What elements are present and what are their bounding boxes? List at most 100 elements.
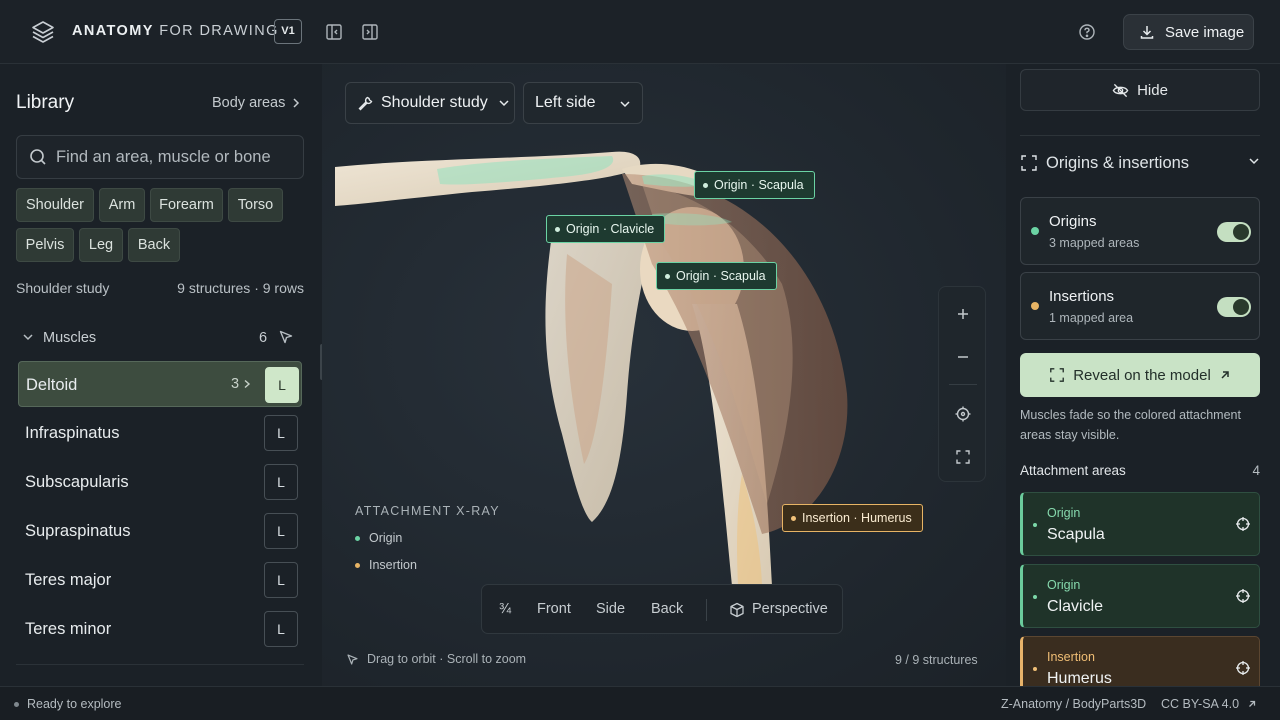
app-title: ANATOMY FOR DRAWING: [72, 23, 279, 39]
tag-insertion-humerus[interactable]: Insertion · Humerus: [782, 504, 923, 532]
muscle-name: Deltoid: [26, 376, 78, 394]
tag-label: Origin · Clavicle: [566, 222, 655, 236]
search-input[interactable]: [56, 147, 296, 167]
muscle-row-subscapularis[interactable]: Subscapularis L: [18, 459, 302, 505]
wrench-icon: [357, 95, 373, 111]
tag-origin-scapula[interactable]: Origin · Scapula: [694, 171, 815, 199]
muscle-name: Teres minor: [25, 620, 112, 638]
insertion-dot: [791, 515, 796, 521]
body-areas-link[interactable]: Body areas: [212, 95, 301, 111]
structure-count: 9 / 9 structures: [895, 653, 978, 667]
chevron-down-icon: [1248, 156, 1260, 166]
side-toggle-button[interactable]: L: [264, 513, 298, 549]
muscle-row-teres-minor[interactable]: Teres minor L: [18, 606, 302, 652]
side-toggle-button[interactable]: L: [264, 415, 298, 451]
focus-frame-icon: [1049, 367, 1065, 383]
chip-pelvis[interactable]: Pelvis: [16, 228, 74, 262]
search-box[interactable]: [16, 135, 304, 179]
origin-dot: [1031, 227, 1039, 235]
chip-shoulder[interactable]: Shoulder: [16, 188, 94, 222]
side-toggle-button[interactable]: L: [264, 464, 298, 500]
insertions-toggle[interactable]: [1217, 297, 1251, 317]
muscle-name: Teres major: [25, 571, 112, 589]
chevron-down-icon: [498, 98, 510, 108]
recenter-icon[interactable]: [955, 406, 971, 422]
origins-toggle[interactable]: [1217, 222, 1251, 242]
origin-dot: [703, 182, 708, 188]
cursor-select-icon[interactable]: [278, 329, 294, 345]
chip-back[interactable]: Back: [128, 228, 180, 262]
attachment-bone: Scapula: [1047, 526, 1105, 543]
chip-torso[interactable]: Torso: [228, 188, 283, 222]
origins-insertions-header[interactable]: Origins & insertions: [1020, 152, 1260, 176]
view-perspective[interactable]: Perspective: [752, 601, 828, 617]
tag-origin-clavicle[interactable]: Origin · Clavicle: [546, 215, 666, 243]
reveal-note: Muscles fade so the colored attachment a…: [1020, 408, 1241, 442]
attachment-card-scapula[interactable]: Origin Scapula: [1020, 492, 1260, 556]
insertions-sub: 1 mapped area: [1049, 311, 1134, 325]
study-dropdown[interactable]: Shoulder study: [345, 82, 515, 124]
hide-button[interactable]: Hide: [1020, 69, 1260, 111]
tag-label: Origin · Scapula: [676, 269, 766, 283]
legend-origin: Origin: [355, 531, 402, 545]
view-front[interactable]: Front: [537, 601, 571, 617]
attachment-kind: Origin: [1047, 506, 1081, 520]
muscle-row-deltoid[interactable]: Deltoid 3 L: [18, 361, 302, 407]
panel-right-icon[interactable]: [361, 23, 379, 41]
origin-dot: [555, 226, 560, 232]
attachment-areas-count: 4: [1252, 463, 1260, 478]
view-side[interactable]: Side: [596, 601, 625, 617]
attachment-areas-title: Attachment areas: [1020, 463, 1126, 478]
tag-label: Origin · Scapula: [714, 178, 804, 192]
help-icon[interactable]: [1078, 23, 1096, 41]
version-badge: V1: [274, 19, 302, 44]
attachment-card-clavicle[interactable]: Origin Clavicle: [1020, 564, 1260, 628]
view-back[interactable]: Back: [651, 601, 683, 617]
3d-viewport[interactable]: Shoulder study Left side Origin · Scapul…: [322, 64, 1006, 686]
divider: [16, 664, 304, 665]
attachment-bone: Humerus: [1047, 670, 1112, 686]
side-dropdown[interactable]: Left side: [523, 82, 643, 124]
origin-dot: [665, 273, 670, 279]
hide-label: Hide: [1137, 81, 1168, 99]
chip-forearm[interactable]: Forearm: [150, 188, 223, 222]
side-toggle-button[interactable]: L: [265, 367, 299, 403]
muscle-row-supraspinatus[interactable]: Supraspinatus L: [18, 508, 302, 554]
study-meta: 9 structures · 9 rows: [177, 280, 304, 296]
origins-sub: 3 mapped areas: [1049, 236, 1140, 250]
insertion-dot: [1033, 667, 1037, 671]
library-title: Library: [16, 92, 75, 113]
reveal-label: Reveal on the model: [1073, 366, 1211, 384]
tag-origin-scapula-2[interactable]: Origin · Scapula: [656, 262, 777, 290]
muscle-row-infraspinatus[interactable]: Infraspinatus L: [18, 410, 302, 456]
panel-left-icon[interactable]: [325, 23, 343, 41]
chevron-down-icon: [619, 99, 631, 109]
attachment-kind: Insertion: [1047, 650, 1095, 664]
muscles-group-label: Muscles: [43, 330, 97, 346]
reveal-on-model-button[interactable]: Reveal on the model: [1020, 353, 1260, 397]
chip-arm[interactable]: Arm: [99, 188, 145, 222]
target-icon[interactable]: [1235, 660, 1251, 676]
muscles-group-header[interactable]: Muscles 6: [16, 328, 298, 348]
fullscreen-icon[interactable]: [955, 449, 971, 465]
view-three-quarter[interactable]: ¾: [499, 601, 511, 617]
zoom-in-icon[interactable]: [955, 306, 971, 322]
attachment-card-humerus[interactable]: Insertion Humerus: [1020, 636, 1260, 686]
target-icon[interactable]: [1235, 516, 1251, 532]
save-image-label: Save image: [1165, 23, 1245, 41]
attachment-bone: Clavicle: [1047, 598, 1104, 615]
focus-frame-icon: [1020, 154, 1038, 172]
license-link[interactable]: CC BY-SA 4.0: [1161, 697, 1257, 711]
divider: [1020, 135, 1260, 136]
side-toggle-button[interactable]: L: [264, 562, 298, 598]
status-bar: Ready to explore Z-Anatomy / BodyParts3D…: [0, 686, 1280, 720]
side-toggle-button[interactable]: L: [264, 611, 298, 647]
legend-origin-label: Origin: [369, 531, 403, 545]
chip-leg[interactable]: Leg: [79, 228, 123, 262]
zoom-out-icon[interactable]: [955, 349, 971, 365]
save-image-button[interactable]: Save image: [1123, 14, 1254, 50]
data-source-link[interactable]: Z-Anatomy / BodyParts3D: [1001, 697, 1146, 711]
target-icon[interactable]: [1235, 588, 1251, 604]
study-summary: Shoulder study 9 structures · 9 rows: [16, 280, 304, 296]
muscle-row-teres-major[interactable]: Teres major L: [18, 557, 302, 603]
